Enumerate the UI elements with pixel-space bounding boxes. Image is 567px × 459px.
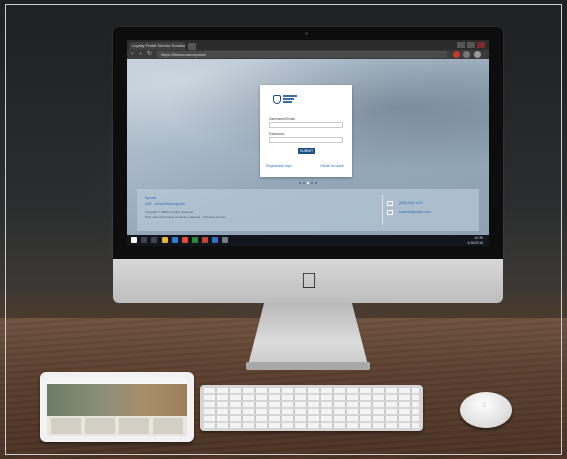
windows-taskbar: 10:35 4/18/2018: [127, 235, 489, 246]
ipad-tile: [119, 418, 149, 434]
phone-icon: [387, 201, 393, 206]
forgot-password-link[interactable]: Olvidé mi clave: [320, 164, 344, 168]
submit-button[interactable]: SUBMIT: [298, 148, 315, 154]
keyboard-keys: [204, 388, 419, 428]
footer-subtitle-link[interactable]: ASK - Email/Subscripción: [145, 202, 185, 206]
footer-note: Para más información contacte a Soporte …: [145, 215, 226, 219]
maximize-icon[interactable]: [467, 42, 475, 48]
camera-icon: [305, 32, 308, 35]
imac-stand-base: [246, 362, 370, 370]
star-icon[interactable]: [463, 51, 470, 58]
footer-title: Ayuda: [145, 195, 157, 200]
magic-mouse: [460, 392, 512, 428]
word-icon[interactable]: [212, 237, 218, 243]
ipad-screen: [47, 378, 187, 436]
edge-icon[interactable]: [172, 237, 178, 243]
apple-logo-icon: : [482, 403, 488, 409]
folder-icon[interactable]: [162, 237, 168, 243]
carousel-dot[interactable]: [299, 182, 301, 184]
login-card: Username/Email Password SUBMIT Registrar…: [260, 85, 352, 177]
photo-scene: Loyalty Portal Service Solutions ‹ › ↻ h…: [0, 0, 567, 459]
apple-logo-icon: : [298, 268, 320, 294]
ipad-tile: [85, 418, 115, 434]
email-field[interactable]: [269, 122, 343, 128]
extension-icon[interactable]: [453, 51, 460, 58]
new-tab-button[interactable]: [188, 43, 196, 50]
excel-icon[interactable]: [192, 237, 198, 243]
footer-divider: [382, 195, 383, 225]
powerpoint-icon[interactable]: [202, 237, 208, 243]
menu-icon[interactable]: [474, 51, 481, 58]
chrome-icon[interactable]: [182, 237, 188, 243]
reload-icon[interactable]: ↻: [146, 51, 153, 58]
carousel-dot[interactable]: [303, 182, 305, 184]
back-icon[interactable]: ‹: [129, 51, 136, 58]
footer-phone[interactable]: (809) 555-1212: [399, 201, 423, 205]
password-label: Password: [269, 132, 285, 136]
carousel-dots: [299, 181, 321, 185]
clock-date: 4/18/2018: [467, 240, 483, 245]
browser-address-bar: ‹ › ↻ https://lifeinsuranceportal: [127, 50, 489, 59]
imac-stand: [247, 303, 369, 369]
webpage: Username/Email Password SUBMIT Registrar…: [127, 59, 489, 235]
ipad-banner-photo: [47, 384, 187, 416]
footer-copyright: Copyright © 2018 All rights reserved: [145, 210, 194, 214]
close-icon[interactable]: [477, 42, 485, 48]
browser-tab[interactable]: Loyalty Portal Service Solutions: [129, 42, 185, 50]
logo-icon: [273, 95, 281, 104]
ipad-tile: [153, 418, 183, 434]
app-icon[interactable]: [222, 237, 228, 243]
envelope-icon: [387, 210, 393, 215]
browser-tab-bar: Loyalty Portal Service Solutions: [127, 40, 489, 50]
email-label: Username/Email: [269, 117, 295, 121]
url-input[interactable]: https://lifeinsuranceportal: [157, 51, 447, 58]
forward-icon[interactable]: ›: [137, 51, 144, 58]
minimize-icon[interactable]: [457, 42, 465, 48]
carousel-dot-active[interactable]: [307, 182, 309, 184]
carousel-dot[interactable]: [311, 182, 313, 184]
search-icon[interactable]: [141, 237, 147, 243]
imac-screen: Loyalty Portal Service Solutions ‹ › ↻ h…: [127, 40, 489, 246]
footer-email[interactable]: soporte@portal.com: [399, 210, 431, 214]
taskbar-clock[interactable]: 10:35 4/18/2018: [467, 236, 483, 245]
task-view-icon[interactable]: [151, 237, 157, 243]
carousel-dot[interactable]: [315, 182, 317, 184]
register-link[interactable]: Registrarse Aqui: [266, 164, 292, 168]
footer-panel: Ayuda ASK - Email/Subscripción Copyright…: [137, 189, 479, 231]
logo-wordmark: [283, 95, 313, 105]
ipad-tile: [51, 418, 81, 434]
start-icon[interactable]: [131, 237, 137, 243]
password-field[interactable]: [269, 137, 343, 143]
